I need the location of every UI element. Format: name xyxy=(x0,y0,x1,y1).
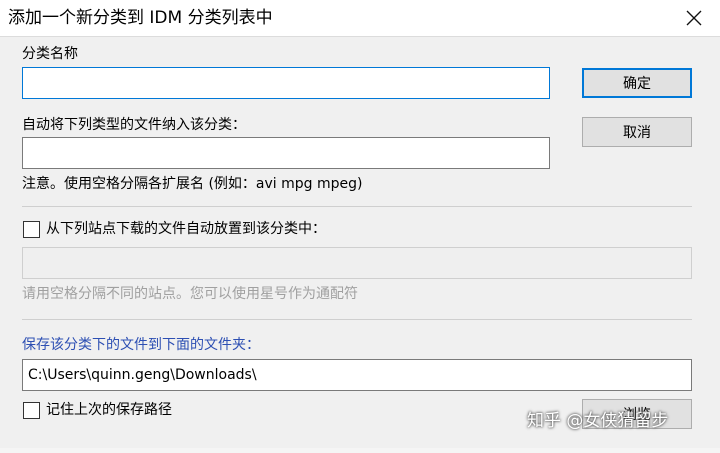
category-name-label: 分类名称 xyxy=(22,46,78,62)
close-icon xyxy=(686,10,702,26)
underlying-window-strip xyxy=(0,448,720,453)
window-title: 添加一个新分类到 IDM 分类列表中 xyxy=(8,8,273,28)
separator xyxy=(22,319,692,320)
remember-path-label: 记住上次的保存路径 xyxy=(46,402,172,418)
sites-hint: 请用空格分隔不同的站点。您可以使用星号作为通配符 xyxy=(22,286,358,302)
remember-path-checkbox[interactable] xyxy=(23,402,40,419)
separator xyxy=(22,206,692,207)
sites-input[interactable] xyxy=(22,247,692,279)
watermark: 知乎 @女侠猜留步 xyxy=(527,411,669,431)
file-types-input[interactable] xyxy=(22,137,550,169)
sites-checkbox-label: 从下列站点下载的文件自动放置到该分类中： xyxy=(46,221,326,237)
title-bar: 添加一个新分类到 IDM 分类列表中 xyxy=(0,0,720,37)
extensions-note: 注意。使用空格分隔各扩展名 (例如：avi mpg mpeg) xyxy=(22,176,363,192)
ok-button[interactable]: 确定 xyxy=(582,68,692,98)
category-name-input[interactable] xyxy=(22,67,550,99)
auto-types-label: 自动将下列类型的文件纳入该分类： xyxy=(22,117,246,133)
save-folder-label: 保存该分类下的文件到下面的文件夹： xyxy=(22,337,260,353)
cancel-button[interactable]: 取消 xyxy=(582,117,692,147)
save-folder-input[interactable] xyxy=(22,359,692,391)
close-button[interactable] xyxy=(682,6,706,30)
sites-checkbox[interactable] xyxy=(23,221,40,238)
